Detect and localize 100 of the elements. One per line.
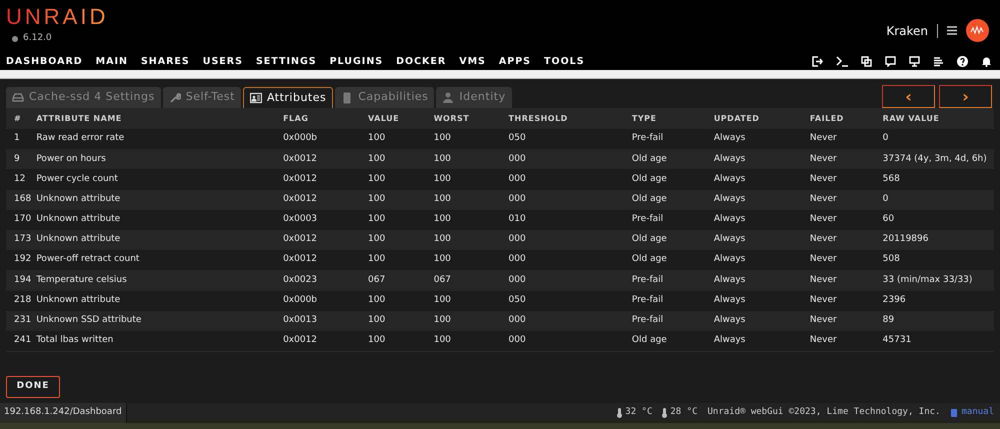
table-cell: 231: [6, 310, 36, 331]
previous-button[interactable]: ‹: [882, 85, 935, 108]
table-cell: 000: [508, 250, 632, 270]
nav-link[interactable]: SHARES: [140, 54, 190, 69]
table-cell: 010: [508, 210, 632, 230]
table-cell: 0x000b: [283, 129, 368, 150]
nav-link[interactable]: DOCKER: [396, 54, 446, 69]
table-cell: Temperature celsius: [36, 270, 284, 290]
terminal-icon[interactable]: [836, 56, 848, 68]
nav-link[interactable]: TOOLS: [544, 54, 585, 69]
table-cell: 0x0012: [283, 230, 368, 250]
table-cell: 508: [882, 250, 994, 270]
table-cell: Old age: [632, 169, 714, 190]
table-cell: 0x0012: [283, 190, 368, 210]
table-cell: 000: [508, 190, 632, 210]
table-cell: 000: [508, 270, 632, 290]
table-cell: Never: [810, 210, 883, 230]
table-cell: 100: [434, 169, 509, 190]
column-header: RAW VALUE: [882, 108, 994, 129]
help-icon[interactable]: [957, 56, 968, 68]
next-button[interactable]: ›: [939, 85, 992, 108]
table-cell: 100: [368, 210, 434, 230]
nav-link[interactable]: DASHBOARD: [6, 54, 83, 69]
manual-link[interactable]: manual: [961, 406, 994, 420]
table-cell: 000: [508, 310, 632, 331]
horizontal-scrollbar[interactable]: [0, 70, 1000, 79]
table-cell: Always: [714, 310, 810, 331]
table-cell: Never: [810, 250, 883, 270]
table-cell: 100: [434, 129, 509, 150]
table-cell: Always: [714, 270, 810, 290]
tab[interactable]: Cache-ssd 4 Settings: [6, 87, 161, 108]
table-cell: Always: [714, 190, 810, 210]
table-cell: 100: [434, 290, 509, 311]
column-header: TYPE: [632, 108, 714, 129]
table-cell: 0x0012: [283, 169, 368, 190]
table-cell: 60: [882, 210, 994, 230]
avatar-icon[interactable]: [966, 19, 989, 42]
table-cell: 0x0023: [283, 270, 368, 290]
drive-icon: [12, 92, 24, 104]
table-cell: 20119896: [882, 230, 994, 250]
table-cell: Old age: [632, 230, 714, 250]
thermometer-icon: [617, 408, 622, 418]
table-cell: 1: [6, 129, 36, 150]
table-cell: Always: [714, 230, 810, 250]
done-button[interactable]: DONE: [6, 376, 60, 398]
tab[interactable]: Identity: [436, 87, 512, 108]
id-card-icon: [250, 92, 262, 104]
column-header: ATTRIBUTE NAME: [36, 108, 284, 129]
tab[interactable]: Self-Test: [162, 87, 241, 108]
table-cell: 89: [882, 310, 994, 331]
monitor-icon[interactable]: [909, 56, 920, 68]
table-cell: 000: [508, 230, 632, 250]
table-cell: Never: [810, 330, 883, 352]
table-cell: Unknown attribute: [36, 190, 284, 210]
table-cell: 173: [6, 230, 36, 250]
table-cell: Pre-fail: [632, 310, 714, 331]
logout-icon[interactable]: [812, 56, 823, 68]
nav-link[interactable]: MAIN: [96, 54, 128, 69]
table-cell: Total lbas written: [36, 330, 284, 352]
table-cell: 100: [368, 230, 434, 250]
chat-icon[interactable]: [885, 56, 896, 68]
tab[interactable]: Capabilities: [335, 87, 434, 108]
table-cell: Never: [810, 149, 883, 170]
table-cell: 0: [882, 190, 994, 210]
table-cell: 192: [6, 250, 36, 270]
bell-icon[interactable]: [981, 56, 992, 68]
nav-link[interactable]: APPS: [498, 54, 532, 69]
table-cell: Always: [714, 129, 810, 150]
table-cell: 194: [6, 270, 36, 290]
table-cell: Pre-fail: [632, 210, 714, 230]
column-header: VALUE: [368, 108, 434, 129]
nav-link[interactable]: PLUGINS: [330, 54, 384, 69]
nav-link[interactable]: VMS: [459, 54, 486, 69]
table-cell: 067: [434, 270, 509, 290]
table-cell: Power on hours: [36, 149, 284, 170]
table-cell: 100: [368, 330, 434, 352]
table-cell: 0x0013: [283, 310, 368, 331]
table-cell: Unknown SSD attribute: [36, 310, 284, 331]
table-cell: 100: [368, 310, 434, 331]
info-icon[interactable]: [12, 36, 18, 42]
server-name: Kraken: [886, 22, 928, 40]
nav-link[interactable]: SETTINGS: [256, 54, 317, 69]
table-cell: Old age: [632, 250, 714, 270]
table-cell: Always: [714, 330, 810, 352]
table-cell: 100: [368, 149, 434, 170]
copy-icon[interactable]: [861, 56, 872, 68]
phone-icon: [341, 92, 354, 104]
table-cell: Pre-fail: [632, 290, 714, 311]
table-cell: 100: [368, 190, 434, 210]
table-cell: 100: [434, 330, 509, 352]
nav-link[interactable]: USERS: [202, 54, 243, 69]
table-cell: Never: [810, 270, 883, 290]
table-cell: 241: [6, 330, 36, 352]
table-cell: Never: [810, 129, 883, 150]
log-icon[interactable]: [933, 56, 944, 68]
table-cell: 100: [434, 310, 509, 331]
table-cell: Old age: [632, 330, 714, 352]
tab[interactable]: Attributes: [242, 87, 334, 108]
menu-icon[interactable]: [947, 26, 957, 35]
copyright-text: Unraid® webGui ©2023, Lime Technology, Inc.: [707, 406, 940, 420]
